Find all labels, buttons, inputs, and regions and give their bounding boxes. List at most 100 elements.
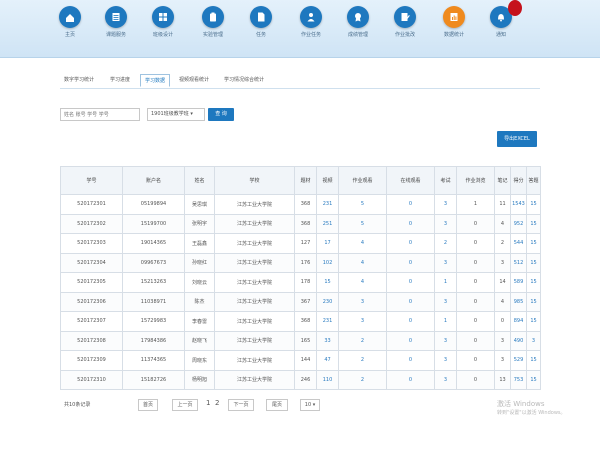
nav-item-list[interactable]: 课题服务 [96,6,136,38]
table-cell[interactable]: 251 [316,213,339,234]
tab-digital-learning-stats[interactable]: 数字学习统计 [60,74,98,87]
table-cell[interactable]: 13 [494,369,511,390]
table-cell[interactable]: 3 [434,330,457,351]
table-cell[interactable]: 0 [386,291,435,312]
table-row[interactable]: 520172304 09967673 孙晓红 江苏工业大学院 176 102 4 0 3 0 3 51… [60,252,541,273]
table-cell[interactable]: 0 [494,311,511,332]
table-row[interactable]: 520172309 11374365 周晓东 江苏工业大学院 144 47 2 0 3 0 3 529… [60,350,541,371]
table-cell[interactable]: 3 [434,291,457,312]
table-cell[interactable]: 15 [526,233,541,254]
table-cell[interactable]: 0 [456,272,495,293]
table-row[interactable]: 520172306 11038971 陈杰 江苏工业大学院 367 230 3 0 3 0 4 985… [60,291,541,312]
table-cell[interactable]: 11 [494,194,511,215]
table-cell[interactable]: 0 [386,252,435,273]
page-current[interactable]: 1 [206,399,210,407]
table-cell[interactable]: 4 [494,291,511,312]
table-cell[interactable]: 3 [434,252,457,273]
table-cell[interactable]: 1 [434,311,457,332]
table-cell[interactable]: 1 [456,194,495,215]
table-cell[interactable]: 985 [510,291,527,312]
table-cell[interactable]: 0 [456,330,495,351]
table-cell[interactable]: 3 [338,291,387,312]
table-cell[interactable]: 3 [434,213,457,234]
table-cell[interactable]: 0 [386,330,435,351]
table-cell[interactable]: 512 [510,252,527,273]
table-cell[interactable]: 15 [526,311,541,332]
table-cell[interactable]: 2 [338,350,387,371]
table-cell[interactable]: 490 [510,330,527,351]
table-cell[interactable]: 4 [338,233,387,254]
table-cell[interactable]: 33 [316,330,339,351]
table-cell[interactable]: 3 [434,369,457,390]
table-cell[interactable]: 0 [456,233,495,254]
table-cell[interactable]: 2 [434,233,457,254]
table-cell[interactable]: 3 [494,330,511,351]
table-cell[interactable]: 3 [434,194,457,215]
table-cell[interactable]: 14 [494,272,511,293]
table-row[interactable]: 520172303 19014365 王磊鑫 江苏工业大学院 127 17 4 0 2 0 2 544… [60,233,541,254]
first-page-button[interactable]: 首页 [138,399,158,411]
table-cell[interactable]: 15 [526,252,541,273]
table-cell[interactable]: 952 [510,213,527,234]
table-cell[interactable]: 4 [338,272,387,293]
search-input[interactable] [60,108,140,121]
next-page-button[interactable]: 下一页 [228,399,254,411]
table-cell[interactable]: 0 [456,311,495,332]
last-page-button[interactable]: 尾页 [266,399,288,411]
nav-item-home[interactable]: 主页 [50,6,90,38]
page-size-select[interactable]: 10 ▾ [300,399,320,411]
nav-item-badge[interactable]: 成绩管理 [338,6,378,38]
table-cell[interactable]: 2 [338,330,387,351]
table-cell[interactable]: 2 [494,233,511,254]
table-cell[interactable]: 0 [386,233,435,254]
table-cell[interactable]: 3 [494,252,511,273]
table-cell[interactable]: 0 [386,350,435,371]
table-cell[interactable]: 15 [526,194,541,215]
table-cell[interactable]: 529 [510,350,527,371]
table-cell[interactable]: 230 [316,291,339,312]
page-next[interactable]: 2 [215,399,219,407]
table-row[interactable]: 520172307 15729983 李春雷 江苏工业大学院 368 231 3 0 1 0 0 89… [60,311,541,332]
table-cell[interactable]: 0 [456,291,495,312]
table-cell[interactable]: 15 [526,350,541,371]
table-cell[interactable]: 0 [456,350,495,371]
query-button[interactable]: 查 询 [208,108,234,121]
table-cell[interactable]: 0 [456,213,495,234]
table-cell[interactable]: 102 [316,252,339,273]
table-cell[interactable]: 231 [316,311,339,332]
nav-item-chart[interactable]: 数据统计 [434,6,474,38]
table-cell[interactable]: 0 [386,369,435,390]
tab-learning-progress[interactable]: 学习进度 [104,74,136,87]
table-cell[interactable]: 15 [316,272,339,293]
table-cell[interactable]: 4 [494,213,511,234]
table-cell[interactable]: 15 [526,272,541,293]
table-cell[interactable]: 1543 [510,194,527,215]
class-select[interactable]: 1901班级教学班 ▾ [147,108,205,121]
table-cell[interactable]: 3 [526,330,541,351]
tab-video-watch-stats[interactable]: 视频观看统计 [174,74,214,87]
nav-item-edit[interactable]: 作业批改 [385,6,425,38]
prev-page-button[interactable]: 上一页 [172,399,198,411]
table-cell[interactable]: 3 [434,350,457,371]
table-cell[interactable]: 17 [316,233,339,254]
table-cell[interactable]: 0 [456,369,495,390]
export-excel-button[interactable]: 导出EXCEL [497,131,537,147]
table-cell[interactable]: 589 [510,272,527,293]
table-row[interactable]: 520172305 15213263 刘晓云 江苏工业大学院 178 15 4 0 1 0 14 58… [60,272,541,293]
table-cell[interactable]: 753 [510,369,527,390]
table-cell[interactable]: 0 [386,272,435,293]
table-cell[interactable]: 110 [316,369,339,390]
nav-item-document[interactable]: 任务 [241,6,281,38]
tab-learning-summary[interactable]: 学习情况综合统计 [218,74,270,87]
nav-item-grid[interactable]: 班级设计 [143,6,183,38]
table-cell[interactable]: 5 [338,213,387,234]
nav-item-user[interactable]: 作业任务 [291,6,331,38]
table-cell[interactable]: 0 [456,252,495,273]
table-row[interactable]: 520172308 17984386 赵晓飞 江苏工业大学院 165 33 2 0 3 0 3 490… [60,330,541,351]
table-cell[interactable]: 3 [338,311,387,332]
table-cell[interactable]: 47 [316,350,339,371]
table-row[interactable]: 520172310 15182726 杨明旭 江苏工业大学院 246 110 2 0 3 0 13 7… [60,369,541,390]
table-cell[interactable]: 3 [494,350,511,371]
table-row[interactable]: 520172301 05199894 吴思琪 江苏工业大学院 368 231 5 0 3 1 11 1… [60,194,541,215]
table-cell[interactable]: 4 [338,252,387,273]
